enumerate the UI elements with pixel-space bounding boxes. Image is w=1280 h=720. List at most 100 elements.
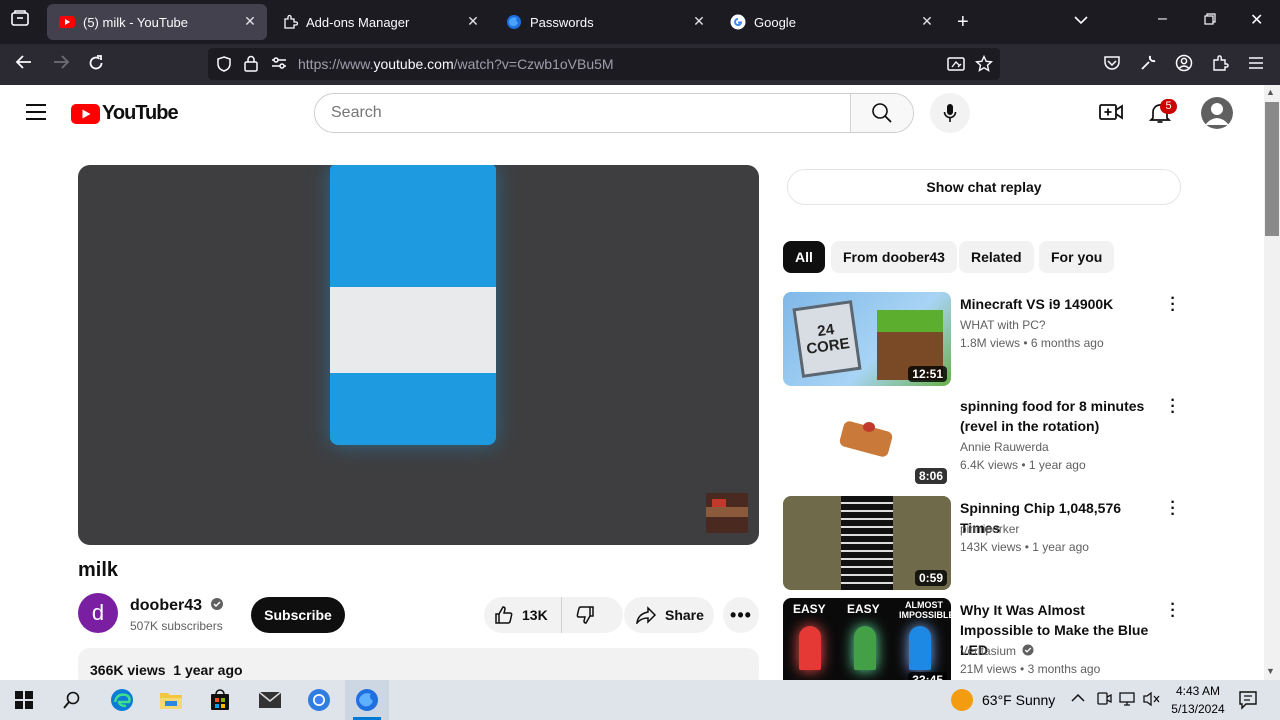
shield-icon[interactable] xyxy=(216,56,232,77)
avatar[interactable] xyxy=(1201,97,1233,129)
recommendation-title[interactable]: spinning food for 8 minutes (revel in th… xyxy=(960,396,1160,436)
weather-sun-icon[interactable] xyxy=(951,689,973,711)
url-text[interactable]: https://www.youtube.com/watch?v=Czwb1oVB… xyxy=(298,56,614,72)
youtube-play-icon xyxy=(71,103,100,124)
network-icon[interactable] xyxy=(1119,691,1137,710)
new-tab-icon[interactable]: + xyxy=(957,11,969,34)
tab-google[interactable]: Google ✕ xyxy=(718,4,944,40)
recommendation-item[interactable]: 0:59 Spinning Chip 1,048,576 Times pinni… xyxy=(783,495,1183,590)
recommendation-channel[interactable]: Veritasium xyxy=(960,644,1034,658)
taskbar-mail[interactable] xyxy=(248,680,292,720)
guide-menu-icon[interactable] xyxy=(26,104,46,125)
tab-list-icon[interactable] xyxy=(11,10,29,31)
taskbar-firefox[interactable] xyxy=(345,680,389,720)
forward-icon[interactable] xyxy=(50,54,72,75)
thumbs-down-icon xyxy=(576,606,594,624)
weather-text[interactable]: 63°F Sunny xyxy=(982,692,1055,708)
subscribe-button[interactable]: Subscribe xyxy=(251,597,345,633)
search-button[interactable] xyxy=(850,94,913,132)
channel-name[interactable]: doober43 xyxy=(130,597,224,615)
video-thumbnail[interactable]: EASY EASY ALMOST IMPOSSIBLE 33:45 xyxy=(783,598,951,692)
more-vertical-icon[interactable]: · · · xyxy=(1167,495,1179,523)
restore-icon[interactable] xyxy=(1204,12,1216,30)
tab-title: Passwords xyxy=(530,14,594,30)
taskbar-search-button[interactable] xyxy=(50,680,94,720)
recommendation-item[interactable]: 8:06 spinning food for 8 minutes (revel … xyxy=(783,393,1183,488)
recommendation-item[interactable]: EASY EASY ALMOST IMPOSSIBLE 33:45 Why It… xyxy=(783,597,1183,692)
close-tab-icon[interactable]: ✕ xyxy=(241,13,259,30)
video-thumbnail[interactable]: 24 CORE 12:51 xyxy=(783,292,951,386)
video-thumbnail[interactable]: 8:06 xyxy=(783,394,951,488)
more-vertical-icon[interactable]: · · · xyxy=(1167,393,1179,421)
like-button[interactable]: 13K xyxy=(484,597,562,633)
taskbar-store[interactable] xyxy=(198,680,242,720)
youtube-favicon-icon xyxy=(59,14,75,30)
taskbar-chrome[interactable] xyxy=(297,680,341,720)
start-button[interactable] xyxy=(2,680,46,720)
video-thumbnail[interactable]: 0:59 xyxy=(783,496,951,590)
address-bar[interactable]: https://www.youtube.com/watch?v=Czwb1oVB… xyxy=(208,48,1000,80)
volume-muted-icon[interactable] xyxy=(1142,691,1160,710)
account-icon[interactable] xyxy=(1173,54,1195,77)
tab-title: Add-ons Manager xyxy=(306,14,410,30)
voice-search-button[interactable] xyxy=(930,93,970,133)
pocket-icon[interactable] xyxy=(1101,55,1123,76)
verified-check-icon xyxy=(211,598,224,610)
close-tab-icon[interactable]: ✕ xyxy=(464,13,482,30)
share-icon xyxy=(636,606,657,624)
create-video-icon[interactable] xyxy=(1099,102,1123,127)
chip-for-you[interactable]: For you xyxy=(1039,241,1115,273)
share-button[interactable]: Share xyxy=(624,597,714,633)
like-dislike-group: 13K xyxy=(484,597,623,633)
meet-now-icon[interactable] xyxy=(1096,691,1112,710)
taskbar-edge[interactable] xyxy=(100,680,144,720)
close-tab-icon[interactable]: ✕ xyxy=(690,13,708,30)
extensions-icon[interactable] xyxy=(1209,54,1231,77)
dislike-button[interactable] xyxy=(562,597,608,633)
tab-addons[interactable]: Add-ons Manager ✕ xyxy=(270,4,490,40)
clock-time[interactable]: 4:43 AM xyxy=(1172,684,1224,698)
recommendation-channel[interactable]: pinniporker xyxy=(960,522,1019,536)
wrench-icon[interactable] xyxy=(1137,54,1159,77)
thumb-led-red xyxy=(799,626,821,670)
lock-icon[interactable] xyxy=(244,55,258,77)
recommendation-item[interactable]: 24 CORE 12:51 Minecraft VS i9 14900K WHA… xyxy=(783,291,1183,386)
url-host: youtube.com xyxy=(373,56,454,72)
scroll-down-icon[interactable]: ▼ xyxy=(1266,666,1275,676)
more-actions-button[interactable]: ••• xyxy=(723,597,759,633)
more-vertical-icon[interactable]: · · · xyxy=(1167,597,1179,625)
chip-from-channel[interactable]: From doober43 xyxy=(831,241,957,273)
chevron-down-icon[interactable] xyxy=(1074,12,1088,30)
hamburger-menu-icon[interactable] xyxy=(1245,54,1267,75)
reload-icon[interactable] xyxy=(85,54,107,77)
close-window-icon[interactable]: ✕ xyxy=(1250,10,1263,30)
scrollbar-thumb[interactable] xyxy=(1265,102,1279,236)
chip-related[interactable]: Related xyxy=(959,241,1034,273)
reader-view-icon[interactable] xyxy=(947,56,965,77)
close-tab-icon[interactable]: ✕ xyxy=(918,13,936,30)
recommendation-title[interactable]: Minecraft VS i9 14900K xyxy=(960,294,1160,314)
channel-watermark-icon[interactable] xyxy=(706,493,748,533)
youtube-logo[interactable]: YouTube xyxy=(71,102,179,125)
tab-passwords[interactable]: Passwords ✕ xyxy=(494,4,716,40)
recommendation-channel[interactable]: WHAT with PC? xyxy=(960,318,1046,332)
chip-all[interactable]: All xyxy=(783,241,825,273)
youtube-logo-text: YouTube xyxy=(102,102,179,124)
back-icon[interactable] xyxy=(13,54,35,75)
minimize-icon[interactable]: – xyxy=(1158,10,1167,28)
tab-youtube[interactable]: (5) milk - YouTube ✕ xyxy=(47,4,267,40)
notification-center-icon[interactable] xyxy=(1238,690,1258,713)
bookmark-star-icon[interactable] xyxy=(974,54,994,78)
show-chat-replay-button[interactable]: Show chat replay xyxy=(787,169,1181,205)
recommendation-meta: 21M views • 3 months ago xyxy=(960,662,1101,676)
permissions-icon[interactable] xyxy=(271,56,287,75)
video-player[interactable] xyxy=(78,165,759,545)
search-input[interactable] xyxy=(315,94,850,132)
channel-avatar[interactable]: d xyxy=(78,593,118,633)
taskbar-file-explorer[interactable] xyxy=(149,680,193,720)
tray-chevron-up-icon[interactable] xyxy=(1071,690,1085,706)
clock-date[interactable]: 5/13/2024 xyxy=(1168,702,1228,716)
more-vertical-icon[interactable]: · · · xyxy=(1167,291,1179,319)
scroll-up-icon[interactable]: ▲ xyxy=(1266,87,1275,97)
recommendation-channel[interactable]: Annie Rauwerda xyxy=(960,440,1049,454)
